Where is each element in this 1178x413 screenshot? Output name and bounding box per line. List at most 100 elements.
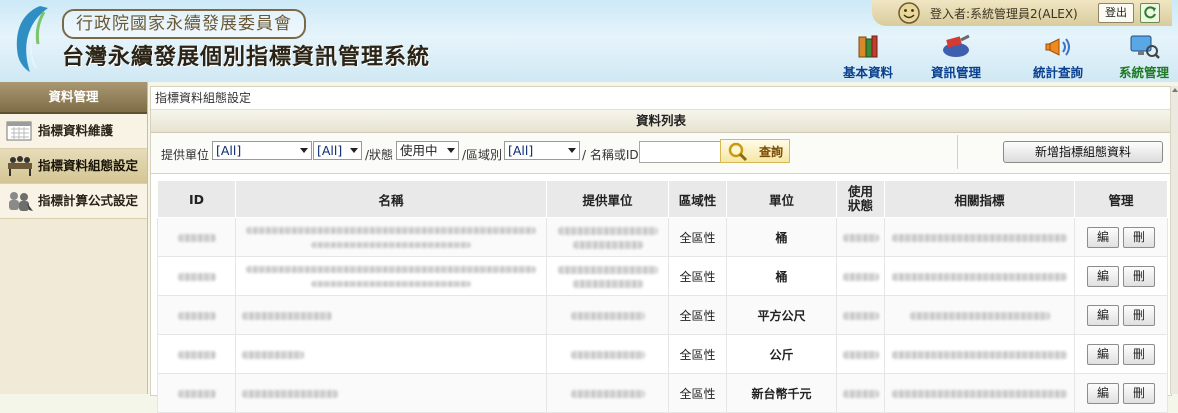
table-row: 全區性 新台幣千元 編刪 <box>157 373 1168 413</box>
region-cell: 全區性 <box>668 334 727 374</box>
delete-button[interactable]: 刪 <box>1123 382 1155 404</box>
redacted-provider <box>546 217 669 257</box>
scroll-up-icon[interactable] <box>1172 88 1178 92</box>
col-header-unit[interactable]: 單位 <box>726 180 837 218</box>
logged-in-user: 登入者:系統管理員2(ALEX) <box>930 7 1078 21</box>
manage-cell: 編刪 <box>1074 334 1168 374</box>
col-header-id[interactable]: ID <box>157 180 236 218</box>
chevron-down-icon <box>447 148 455 153</box>
redacted-related <box>884 373 1075 413</box>
sidebar-item-label: 指標資料維護 <box>38 123 114 138</box>
col-header-name[interactable]: 名稱 <box>235 180 547 218</box>
table-header-row: ID 名稱 提供單位 區域性 單位 使用 狀態 相關指標 管理 <box>157 180 1168 218</box>
unit-cell: 桶 <box>726 256 837 296</box>
col-header-manage: 管理 <box>1074 180 1168 218</box>
redacted-status <box>836 217 885 257</box>
region-cell: 全區性 <box>668 256 727 296</box>
nav-info-management[interactable]: 資訊管理 <box>931 34 981 81</box>
chevron-down-icon <box>300 148 308 153</box>
edit-button[interactable]: 編 <box>1087 343 1119 365</box>
sidebar-item-indicator-config[interactable]: 指標資料組態設定 <box>0 149 147 184</box>
data-table: ID 名稱 提供單位 區域性 單位 使用 狀態 相關指標 管理 全區性 桶 編刪 <box>157 180 1168 413</box>
table-row: 全區性 桶 編刪 <box>157 256 1168 296</box>
manage-cell: 編刪 <box>1074 217 1168 257</box>
smiley-icon <box>898 2 920 24</box>
books-icon <box>858 35 878 58</box>
redacted-status <box>836 295 885 335</box>
name-id-label: / 名稱或ID <box>582 148 639 162</box>
calendar-icon <box>6 121 32 141</box>
users-icon <box>9 192 33 211</box>
nav-system-management[interactable]: 系統管理 <box>1119 34 1169 81</box>
logout-button[interactable]: 登出 <box>1098 3 1134 23</box>
status-label: /狀態 <box>365 148 394 162</box>
delete-button[interactable]: 刪 <box>1123 226 1155 248</box>
region-label: /區域別 <box>462 148 503 162</box>
unit-cell: 平方公尺 <box>726 295 837 335</box>
redacted-id <box>157 256 236 296</box>
delete-button[interactable]: 刪 <box>1123 304 1155 326</box>
unit-cell: 桶 <box>726 217 837 257</box>
region-cell: 全區性 <box>668 373 727 413</box>
redacted-provider <box>546 256 669 296</box>
nav-info-management-label: 資訊管理 <box>931 65 982 80</box>
status-select-value: 使用中 <box>400 143 438 158</box>
col-header-provider[interactable]: 提供單位 <box>546 180 669 218</box>
col-header-status[interactable]: 使用 狀態 <box>836 180 885 218</box>
redacted-provider <box>546 373 669 413</box>
redacted-name <box>235 217 547 257</box>
refresh-icon <box>1144 6 1156 19</box>
sidebar-item-label: 指標計算公式設定 <box>38 193 139 208</box>
provider-label: 提供單位 <box>161 148 210 162</box>
region-select[interactable]: [All] <box>504 141 580 160</box>
edit-button[interactable]: 編 <box>1087 382 1119 404</box>
region-cell: 全區性 <box>668 217 727 257</box>
add-config-button[interactable]: 新增指標組態資料 <box>1003 141 1163 163</box>
provider-sub-select[interactable]: [All] <box>313 141 362 160</box>
nav-basic-data-label: 基本資料 <box>843 65 894 80</box>
nav-basic-data[interactable]: 基本資料 <box>843 34 893 81</box>
query-button-label: 查詢 <box>758 145 783 159</box>
edit-button[interactable]: 編 <box>1087 226 1119 248</box>
sidebar-item-formula-settings[interactable]: 指標計算公式設定 <box>0 184 147 219</box>
provider-sub-select-value: [All] <box>317 143 343 158</box>
col-header-related[interactable]: 相關指標 <box>884 180 1075 218</box>
refresh-button[interactable] <box>1140 3 1160 23</box>
manage-cell: 編刪 <box>1074 295 1168 335</box>
vertical-scrollbar[interactable] <box>1170 86 1178 394</box>
status-select[interactable]: 使用中 <box>396 141 459 160</box>
nav-system-management-label: 系統管理 <box>1119 65 1170 80</box>
query-button[interactable]: 查詢 <box>720 139 790 163</box>
redacted-status <box>836 334 885 374</box>
col-header-region[interactable]: 區域性 <box>668 180 727 218</box>
redacted-id <box>157 217 236 257</box>
redacted-status <box>836 256 885 296</box>
main-panel: 指標資料組態設定 資料列表 提供單位 [All] [All] /狀態 使用中 /… <box>150 86 1172 413</box>
sidebar: 資料管理 指標資料維護 指標資料組態設定 指標計算公式設定 <box>0 82 148 394</box>
region-select-value: [All] <box>508 143 534 158</box>
sidebar-item-indicator-maintenance[interactable]: 指標資料維護 <box>0 114 147 149</box>
unit-cell: 公斤 <box>726 334 837 374</box>
taiwan-leaf-logo-icon <box>16 6 48 72</box>
delete-button[interactable]: 刪 <box>1123 265 1155 287</box>
region-cell: 全區性 <box>668 295 727 335</box>
table-row: 全區性 桶 編刪 <box>157 217 1168 257</box>
breadcrumb: 指標資料組態設定 <box>151 87 1171 110</box>
redacted-id <box>157 373 236 413</box>
delete-button[interactable]: 刪 <box>1123 343 1155 365</box>
name-id-input[interactable] <box>639 141 721 163</box>
edit-button[interactable]: 編 <box>1087 265 1119 287</box>
megaphone-icon <box>1045 38 1070 56</box>
redacted-related <box>884 334 1075 374</box>
monitor-search-icon <box>1130 35 1160 59</box>
filter-bar: 提供單位 [All] [All] /狀態 使用中 /區域別 [All] / 名稱… <box>151 133 1171 174</box>
provider-select[interactable]: [All] <box>212 141 312 160</box>
sidebar-item-label: 指標資料組態設定 <box>38 158 139 173</box>
unit-cell: 新台幣千元 <box>726 373 837 413</box>
redacted-related <box>884 217 1075 257</box>
nav-statistics-query-label: 統計查詢 <box>1033 65 1084 80</box>
nav-statistics-query[interactable]: 統計查詢 <box>1033 34 1083 81</box>
edit-button[interactable]: 編 <box>1087 304 1119 326</box>
redacted-provider <box>546 295 669 335</box>
user-bar: 登入者:系統管理員2(ALEX) 登出 <box>872 0 1172 26</box>
